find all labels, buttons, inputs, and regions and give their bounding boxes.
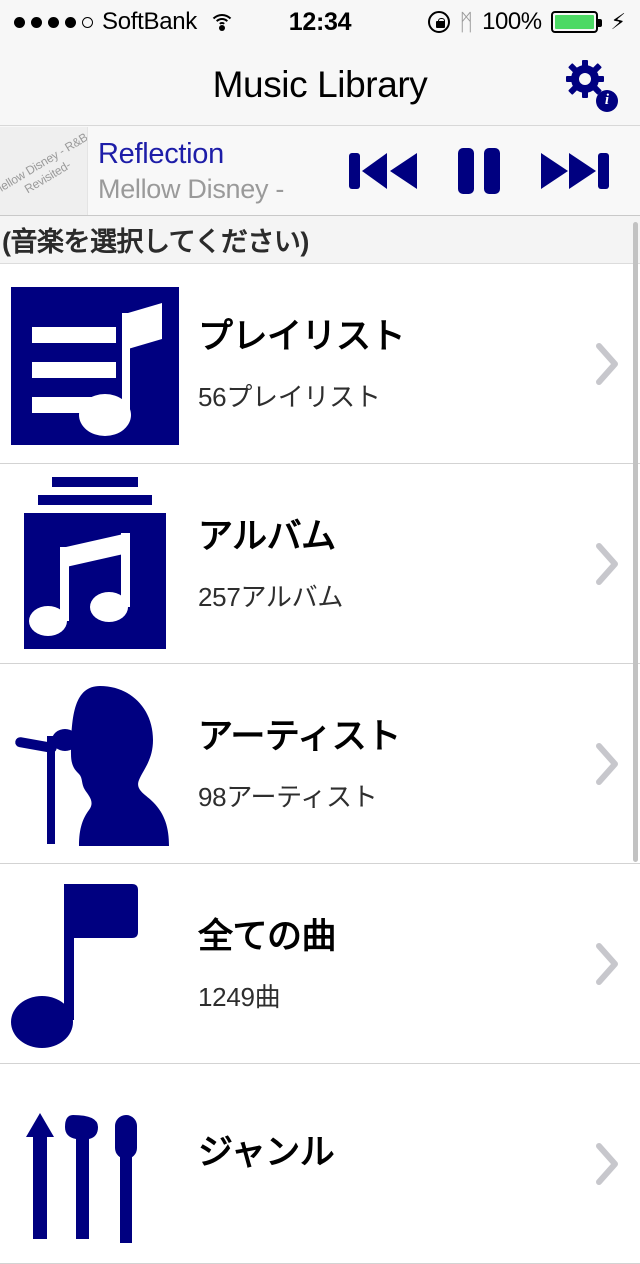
pause-button[interactable] [436,140,522,202]
signal-dot [65,16,76,28]
now-playing-bar[interactable]: Mellow Disney - R&B Revisited- Reflectio… [0,126,640,216]
list-item-subtitle: 98アーティスト [198,781,378,812]
now-playing-title: Reflection [98,137,224,170]
genres-instruments-icon [0,1074,190,1254]
list-item-text: 全ての曲 1249曲 [190,915,586,1013]
chevron-right-icon [586,342,640,386]
albums-icon [0,474,190,654]
pause-icon [457,147,500,194]
next-button[interactable] [531,140,617,202]
section-header-label: (音楽を選択してください) [2,227,309,257]
signal-dot [31,16,42,28]
charging-bolt-icon: ⚡ [610,9,626,34]
gear-info-icon: i [565,59,618,112]
chevron-right-icon [586,742,640,786]
settings-button[interactable]: i [560,54,622,116]
bluetooth-icon: ᛗ [459,8,474,35]
album-artwork[interactable]: Mellow Disney - R&B Revisited- [0,126,88,215]
page-title: Music Library [212,63,428,105]
scroll-indicator[interactable] [633,222,638,862]
battery-icon [550,11,602,33]
battery-percent-label: 100% [482,8,542,35]
rewind-icon [348,152,417,189]
rotation-lock-icon [428,11,451,33]
section-header: (音楽を選択してください) [0,216,640,264]
list-item-subtitle: 1249曲 [198,981,281,1012]
status-bar: SoftBank 12:34 ᛗ 100% ⚡ [0,0,640,44]
list-item-text: アルバム 257アルバム [190,515,586,613]
playlist-icon [0,274,190,454]
artist-singer-icon [0,674,190,854]
list-item-subtitle: 56プレイリスト [198,381,381,412]
list-item-playlists[interactable]: プレイリスト 56プレイリスト [0,264,640,464]
list-item-title: アルバム [198,516,336,556]
chevron-right-icon [586,542,640,586]
navigation-bar: Music Library i [0,44,640,126]
info-badge: i [596,89,618,112]
list-item-albums[interactable]: アルバム 257アルバム [0,464,640,664]
list-item-title: プレイリスト [198,316,406,356]
list-item-subtitle: 257アルバム [198,581,344,612]
signal-dot [14,16,25,28]
signal-dot-empty [82,16,93,28]
list-item-text: ジャンル [190,1131,586,1197]
list-item-text: プレイリスト 56プレイリスト [190,315,586,413]
list-item-text: アーティスト 98アーティスト [190,715,586,813]
signal-strength-dots [14,16,93,28]
list-item-title: アーティスト [198,716,401,756]
now-playing-meta[interactable]: Reflection Mellow Disney - [88,136,336,206]
signal-dot [48,16,59,28]
list-item-all-songs[interactable]: 全ての曲 1249曲 [0,864,640,1064]
library-list: プレイリスト 56プレイリスト アルバム 257アルバム アーティスト 98アー… [0,264,640,1264]
carrier-label: SoftBank [102,8,197,35]
playback-controls [336,140,640,202]
chevron-right-icon [586,942,640,986]
music-note-icon [0,874,190,1054]
list-item-title: 全ての曲 [198,916,337,956]
status-bar-right: ᛗ 100% ⚡ [428,8,626,36]
now-playing-subtitle: Mellow Disney - [98,173,285,204]
status-bar-left: SoftBank [14,8,235,36]
list-item-artists[interactable]: アーティスト 98アーティスト [0,664,640,864]
list-item-title: ジャンル [198,1132,335,1172]
previous-button[interactable] [341,140,427,202]
fast-forward-icon [541,152,610,189]
album-artwork-text: Mellow Disney - R&B Revisited- [0,129,88,198]
list-item-genres[interactable]: ジャンル [0,1064,640,1264]
wifi-icon [209,12,235,32]
chevron-right-icon [586,1142,640,1186]
